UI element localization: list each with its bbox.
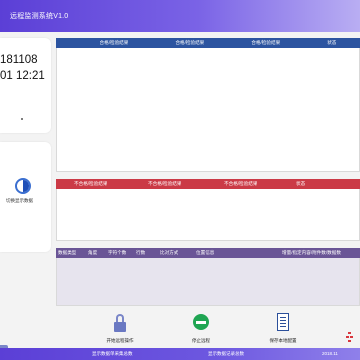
qualified-results-list[interactable] <box>56 48 360 172</box>
data-col-rows: 行数 <box>136 250 146 255</box>
stop-remote-button[interactable]: 停止远程 <box>181 310 221 344</box>
unqualified-col-1: 不合格/检验结果 <box>74 181 108 186</box>
clock-card: 181108 01 12:21 <box>0 38 51 133</box>
switch-display-card[interactable]: 切换显示数据 <box>0 142 51 252</box>
open-remote-label: 开始远程操作 <box>106 338 134 343</box>
data-col-position: 位置信息 <box>196 250 215 255</box>
qualified-col-status: 状态 <box>327 40 337 45</box>
qualified-results-panel: 合格/检验结果 合格/检验结果 合格/检验结果 状态 <box>56 38 360 172</box>
clock-time: 01 12:21 <box>0 70 45 82</box>
data-col-type: 数据类型 <box>58 250 77 255</box>
unqualified-col-3: 不合格/检验结果 <box>224 181 258 186</box>
unqualified-col-2: 不合格/检验结果 <box>148 181 182 186</box>
stop-icon <box>193 314 209 330</box>
clock-dot <box>21 118 23 120</box>
data-col-compare: 比对方式 <box>160 250 179 255</box>
unqualified-results-panel: 不合格/检验结果 不合格/检验结果 不合格/检验结果 状态 <box>56 179 360 241</box>
clock-date: 181108 <box>0 54 38 66</box>
status-right: 2018.11 <box>322 351 338 356</box>
qualified-col-2: 合格/检验结果 <box>175 40 205 45</box>
status-left: 显示数据单采集总数 <box>92 351 133 356</box>
unqualified-results-header: 不合格/检验结果 不合格/检验结果 不合格/检验结果 状态 <box>56 179 360 189</box>
status-bar: 显示数据单采集总数 显示数据记录总数 2018.11 <box>0 348 360 360</box>
save-config-button[interactable]: 保存本地配置 <box>263 310 303 344</box>
stop-remote-label: 停止远程 <box>192 338 210 343</box>
qualified-results-header: 合格/检验结果 合格/检验结果 合格/检验结果 状态 <box>56 38 360 48</box>
title-bar: 远程监测系统V1.0 <box>0 0 360 32</box>
switch-display-label: 切换显示数据 <box>6 198 33 203</box>
menu-dots-icon[interactable] <box>344 330 356 344</box>
data-col-angle: 角度 <box>88 250 98 255</box>
open-remote-button[interactable]: 开始远程操作 <box>100 310 140 344</box>
lock-icon <box>114 314 126 332</box>
half-circle-icon[interactable] <box>15 178 31 194</box>
app-title: 远程监测系统V1.0 <box>10 13 69 20</box>
data-config-list[interactable] <box>56 258 360 306</box>
qualified-col-1: 合格/检验结果 <box>99 40 129 45</box>
save-config-label: 保存本地配置 <box>269 338 297 343</box>
unqualified-results-list[interactable] <box>56 189 360 241</box>
data-col-tail: 增量/指定内容/附件数/数据数 <box>282 250 341 255</box>
data-config-panel: 数据类型 角度 字符个数 行数 比对方式 位置信息 增量/指定内容/附件数/数据… <box>56 248 360 306</box>
document-icon <box>277 313 289 331</box>
left-sidebar: 181108 01 12:21 切换显示数据 <box>0 36 52 348</box>
qualified-col-3: 合格/检验结果 <box>251 40 281 45</box>
unqualified-col-status: 状态 <box>296 181 306 186</box>
data-config-header: 数据类型 角度 字符个数 行数 比对方式 位置信息 增量/指定内容/附件数/数据… <box>56 248 360 258</box>
data-col-chars: 字符个数 <box>108 250 127 255</box>
status-middle: 显示数据记录总数 <box>208 351 244 356</box>
